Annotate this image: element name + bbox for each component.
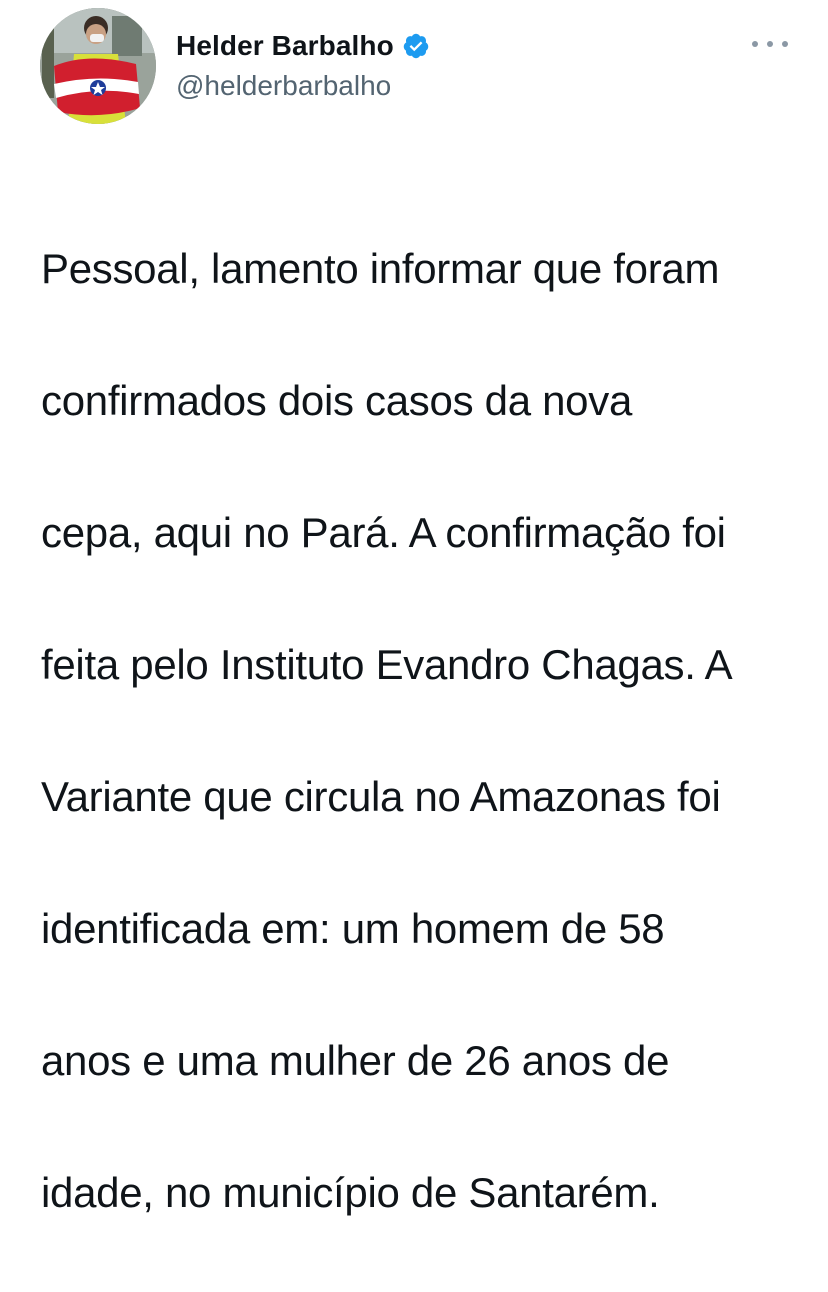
more-dot — [767, 41, 773, 47]
tweet-text-line: Variante que circula no Amazonas foi — [41, 773, 721, 820]
verified-badge-icon — [402, 32, 430, 60]
tweet-text-line: feita pelo Instituto Evandro Chagas. A — [41, 641, 733, 688]
tweet-text-line: Pessoal, lamento informar que foram — [41, 245, 720, 292]
tweet-card: Helder Barbalho @helderbarbalho Pessoal,… — [0, 0, 828, 1216]
tweet-text-line: identificada em: um homem de 58 — [41, 905, 665, 952]
more-options-icon[interactable] — [752, 36, 788, 52]
more-dot — [782, 41, 788, 47]
author-handle[interactable]: @helderbarbalho — [176, 70, 391, 102]
tweet-text-line: confirmados dois casos da nova — [41, 377, 632, 424]
author-name-row: Helder Barbalho — [176, 26, 430, 66]
author-avatar[interactable] — [40, 8, 156, 124]
tweet-text-line: anos e uma mulher de 26 anos de — [41, 1037, 670, 1084]
tweet-text-line: idade, no município de Santarém. — [41, 1169, 660, 1216]
tweet-text-line: cepa, aqui no Pará. A confirmação foi — [41, 509, 726, 556]
more-dot — [752, 41, 758, 47]
tweet-text: Pessoal, lamento informar que foram conf… — [41, 170, 811, 1292]
author-display-name[interactable]: Helder Barbalho — [176, 30, 394, 62]
avatar-photo — [40, 8, 156, 124]
